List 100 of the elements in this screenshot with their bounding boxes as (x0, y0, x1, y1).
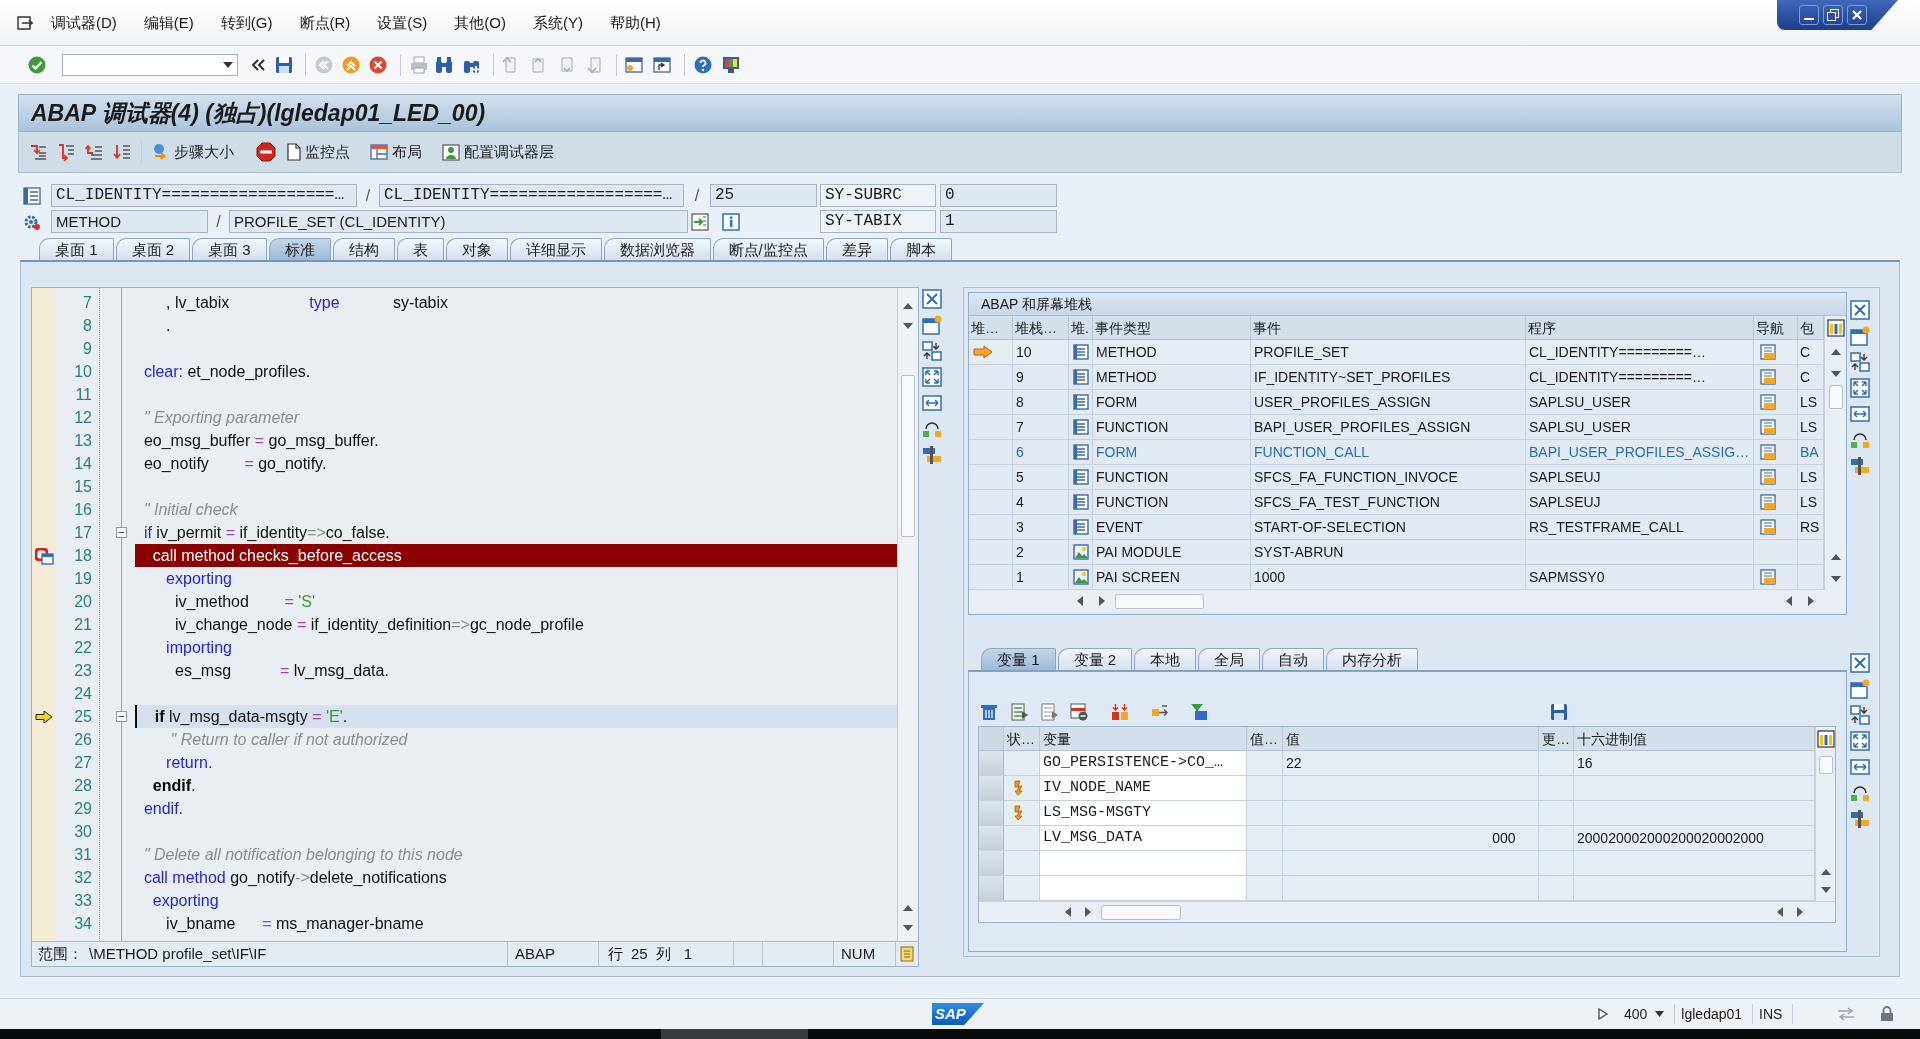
line-number-field[interactable]: 25 (710, 184, 817, 207)
scroll-down-icon[interactable] (1820, 887, 1831, 893)
tab[interactable]: 本地 (1134, 648, 1197, 670)
stack-row[interactable]: 3 EVENT START-OF-SELECTION RS_TESTFRAME_CALL RS (969, 515, 1824, 540)
clipboard-icon[interactable] (899, 946, 915, 962)
menu-item[interactable]: 帮助(H) (610, 12, 661, 33)
column-header[interactable]: 程序 (1526, 316, 1754, 339)
stack-row[interactable]: 8 FORM USER_PROFILES_ASSIGN SAPLSU_USER LS (969, 390, 1824, 415)
document-tab-icon[interactable] (1760, 444, 1776, 460)
resize-width-icon[interactable] (1850, 757, 1870, 777)
document-list-icon[interactable] (23, 186, 41, 205)
arch-squares-icon[interactable] (1850, 430, 1870, 450)
table-settings-icon[interactable] (1826, 319, 1845, 337)
bars-icon[interactable] (922, 445, 942, 465)
document-tab-icon[interactable] (1760, 569, 1776, 585)
system-field-value[interactable]: 1 (940, 210, 1057, 233)
scroll-up-icon[interactable] (902, 905, 913, 911)
variable-input-field[interactable] (1040, 851, 1247, 875)
tab[interactable]: 变量 2 (1057, 648, 1133, 670)
tab[interactable]: 结构 (332, 238, 395, 260)
scroll-right-icon[interactable] (1808, 596, 1814, 606)
dropdown-caret-icon[interactable] (1655, 1011, 1665, 1017)
new-window-icon[interactable] (922, 315, 942, 335)
monitor-icon[interactable] (722, 55, 740, 74)
resize-width-icon[interactable] (922, 393, 942, 413)
scroll-up-icon[interactable] (902, 303, 913, 309)
play-triangle-icon[interactable] (1598, 1008, 1608, 1020)
collapse-icon[interactable] (116, 527, 127, 538)
document-tab-icon[interactable] (1760, 519, 1776, 535)
tab[interactable]: 标准 (268, 238, 331, 260)
boxes-icon[interactable] (1111, 703, 1129, 721)
collapse-icon[interactable] (116, 711, 127, 722)
document-tab-icon[interactable] (1760, 469, 1776, 485)
menu-icon[interactable] (16, 13, 34, 32)
document-tab-icon[interactable] (1760, 494, 1776, 510)
column-header[interactable]: 事件 (1251, 316, 1526, 339)
scroll-left-icon[interactable] (1065, 907, 1071, 917)
stack-row[interactable]: 2 PAI MODULE SYST-ABRUN (969, 540, 1824, 565)
tab[interactable]: 详细显示 (509, 238, 602, 260)
continue-icon[interactable] (113, 143, 131, 161)
column-header[interactable]: 导航 (1754, 316, 1798, 339)
scrollbar-thumb[interactable] (900, 375, 915, 537)
trash-icon[interactable] (980, 703, 998, 721)
help-icon[interactable] (694, 55, 712, 74)
maximize-icon[interactable] (1850, 378, 1870, 398)
menu-item[interactable]: 系统(Y) (533, 12, 583, 33)
stack-row[interactable]: 4 FUNCTION SFCS_FA_TEST_FUNCTION SAPLSEUJ LS (969, 490, 1824, 515)
tab[interactable]: 全局 (1198, 648, 1261, 670)
scroll-up-icon[interactable] (1830, 554, 1841, 560)
document-tab-icon[interactable] (1760, 344, 1776, 360)
include-field[interactable]: CL_IDENTITY==================… (379, 184, 684, 207)
column-header[interactable]: 变量 (1040, 727, 1247, 750)
menu-item[interactable]: 编辑(E) (143, 12, 194, 33)
return-icon[interactable] (85, 143, 103, 161)
close-button[interactable] (1847, 5, 1867, 25)
system-field-name[interactable]: SY-TABIX (820, 210, 936, 233)
menu-item[interactable]: 其他(O) (454, 12, 506, 33)
column-header[interactable]: 堆… (969, 316, 1013, 339)
close-panel-icon[interactable] (1850, 653, 1870, 673)
stack-row[interactable]: 9 METHOD IF_IDENTITY~SET_PROFILES CL_IDENTITY=========… C (969, 365, 1824, 390)
document-tab-icon[interactable] (1760, 419, 1776, 435)
window-icon[interactable] (625, 55, 643, 74)
block-type-field[interactable]: METHOD (51, 210, 208, 233)
filter-icon[interactable] (1190, 703, 1208, 721)
tab[interactable]: 对象 (445, 238, 508, 260)
swap-panel-icon[interactable] (1850, 352, 1870, 372)
save-icon[interactable] (275, 55, 293, 74)
close-panel-icon[interactable] (922, 289, 942, 309)
step-over-icon[interactable] (57, 143, 75, 161)
stack-row[interactable]: 7 FUNCTION BAPI_USER_PROFILES_ASSIGN SAPLSU_USER LS (969, 415, 1824, 440)
tab[interactable]: 桌面 2 (115, 238, 191, 260)
system-field-name[interactable]: SY-SUBRC (820, 184, 936, 207)
scrollbar-thumb[interactable] (1115, 593, 1204, 609)
scroll-down-icon[interactable] (1830, 371, 1841, 377)
column-header[interactable]: 堆. (1069, 316, 1093, 339)
tab[interactable]: 桌面 3 (192, 238, 267, 260)
stack-row[interactable]: 6 FORM FUNCTION_CALL BAPI_USER_PROFILES_ASSIG… BA (969, 440, 1824, 465)
step-size-button[interactable]: 步骤大小 (152, 139, 234, 165)
system-field-value[interactable]: 0 (940, 184, 1057, 207)
scroll-down-icon[interactable] (902, 323, 913, 329)
bars-icon[interactable] (1850, 809, 1870, 829)
scroll-right-icon[interactable] (1797, 907, 1803, 917)
watchpoint-button[interactable]: 监控点 (287, 139, 350, 165)
restore-button[interactable] (1823, 5, 1843, 25)
lock-icon[interactable] (1879, 1006, 1896, 1022)
scroll-left-icon[interactable] (1786, 596, 1792, 606)
scrollbar-thumb[interactable] (1101, 904, 1181, 920)
program-field[interactable]: CL_IDENTITY==================… (51, 184, 357, 207)
check-icon[interactable] (28, 55, 46, 74)
scroll-up-icon[interactable] (1820, 869, 1831, 875)
variable-name-field[interactable]: IV_NODE_NAME (1040, 776, 1247, 800)
info-icon[interactable] (722, 212, 740, 231)
scroll-right-icon[interactable] (1099, 596, 1105, 606)
scroll-right-icon[interactable] (1085, 907, 1091, 917)
maximize-icon[interactable] (1850, 731, 1870, 751)
arch-squares-icon[interactable] (922, 419, 942, 439)
document-tab-icon[interactable] (1760, 369, 1776, 385)
swap-panel-icon[interactable] (922, 341, 942, 361)
menu-item[interactable]: 断点(R) (299, 12, 351, 33)
variable-input-field[interactable] (1040, 876, 1247, 900)
